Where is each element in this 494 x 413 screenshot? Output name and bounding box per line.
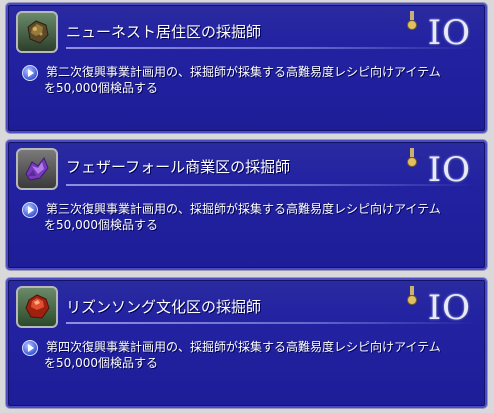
medal-icon <box>407 148 417 167</box>
description-line-2: を50,000個検品する <box>44 218 158 232</box>
achievement-entry[interactable]: リズンソング文化区の採掘師 IO 第四次復興事業計画用の、採掘師が採集する高難易… <box>6 278 487 408</box>
medal-icon <box>407 286 417 305</box>
red-gem-icon <box>16 286 58 328</box>
achievement-points: IO <box>427 288 471 328</box>
achievement-points: IO <box>427 150 471 190</box>
achievement-title: ニューネスト居住区の採掘師 <box>66 23 262 41</box>
achievement-list: ニューネスト居住区の採掘師 IO 第二次復興事業計画用の、採掘師が採集する高難易… <box>0 0 494 413</box>
ore-icon <box>16 11 58 53</box>
title-divider <box>66 184 475 186</box>
title-divider <box>66 322 475 324</box>
achievement-description: 第三次復興事業計画用の、採掘師が採集する高難易度レシピ向けアイテム を50,00… <box>44 201 486 233</box>
achievement-entry[interactable]: フェザーフォール商業区の採掘師 IO 第三次復興事業計画用の、採掘師が採集する高… <box>6 140 487 270</box>
achievement-title: フェザーフォール商業区の採掘師 <box>66 158 291 176</box>
title-divider <box>66 47 475 49</box>
description-line-2: を50,000個検品する <box>44 81 158 95</box>
description-line-1: 第二次復興事業計画用の、採掘師が採集する高難易度レシピ向けアイテム <box>46 65 441 79</box>
description-line-2: を50,000個検品する <box>44 356 158 370</box>
crystal-icon <box>16 148 58 190</box>
description-line-1: 第四次復興事業計画用の、採掘師が採集する高難易度レシピ向けアイテム <box>46 340 441 354</box>
achievement-title: リズンソング文化区の採掘師 <box>66 298 262 316</box>
expand-arrow-icon[interactable] <box>22 202 38 218</box>
expand-arrow-icon[interactable] <box>22 65 38 81</box>
expand-arrow-icon[interactable] <box>22 340 38 356</box>
achievement-description: 第四次復興事業計画用の、採掘師が採集する高難易度レシピ向けアイテム を50,00… <box>44 339 486 371</box>
achievement-points: IO <box>427 13 471 53</box>
achievement-description: 第二次復興事業計画用の、採掘師が採集する高難易度レシピ向けアイテム を50,00… <box>44 64 486 96</box>
medal-icon <box>407 11 417 30</box>
achievement-entry[interactable]: ニューネスト居住区の採掘師 IO 第二次復興事業計画用の、採掘師が採集する高難易… <box>6 3 487 133</box>
description-line-1: 第三次復興事業計画用の、採掘師が採集する高難易度レシピ向けアイテム <box>46 202 441 216</box>
